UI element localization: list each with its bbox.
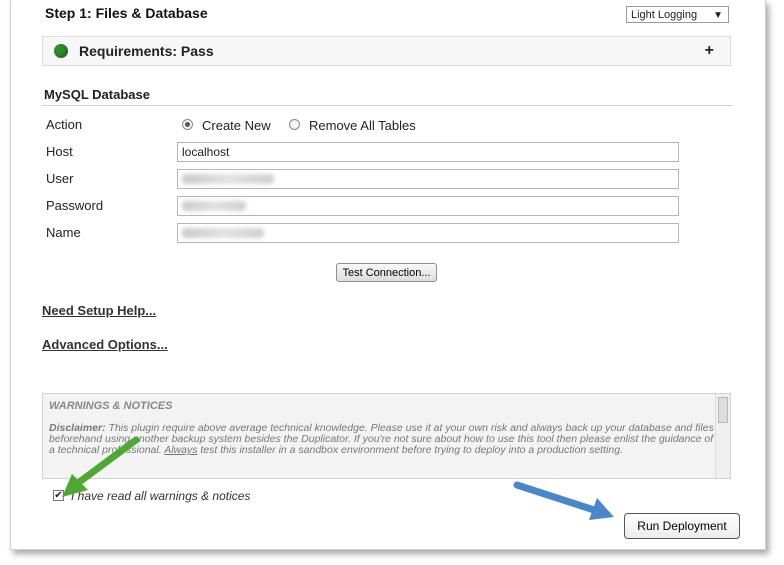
blue-arrow-icon	[513, 481, 614, 520]
green-arrow-icon	[62, 436, 140, 497]
annotation-arrows	[62, 436, 614, 520]
